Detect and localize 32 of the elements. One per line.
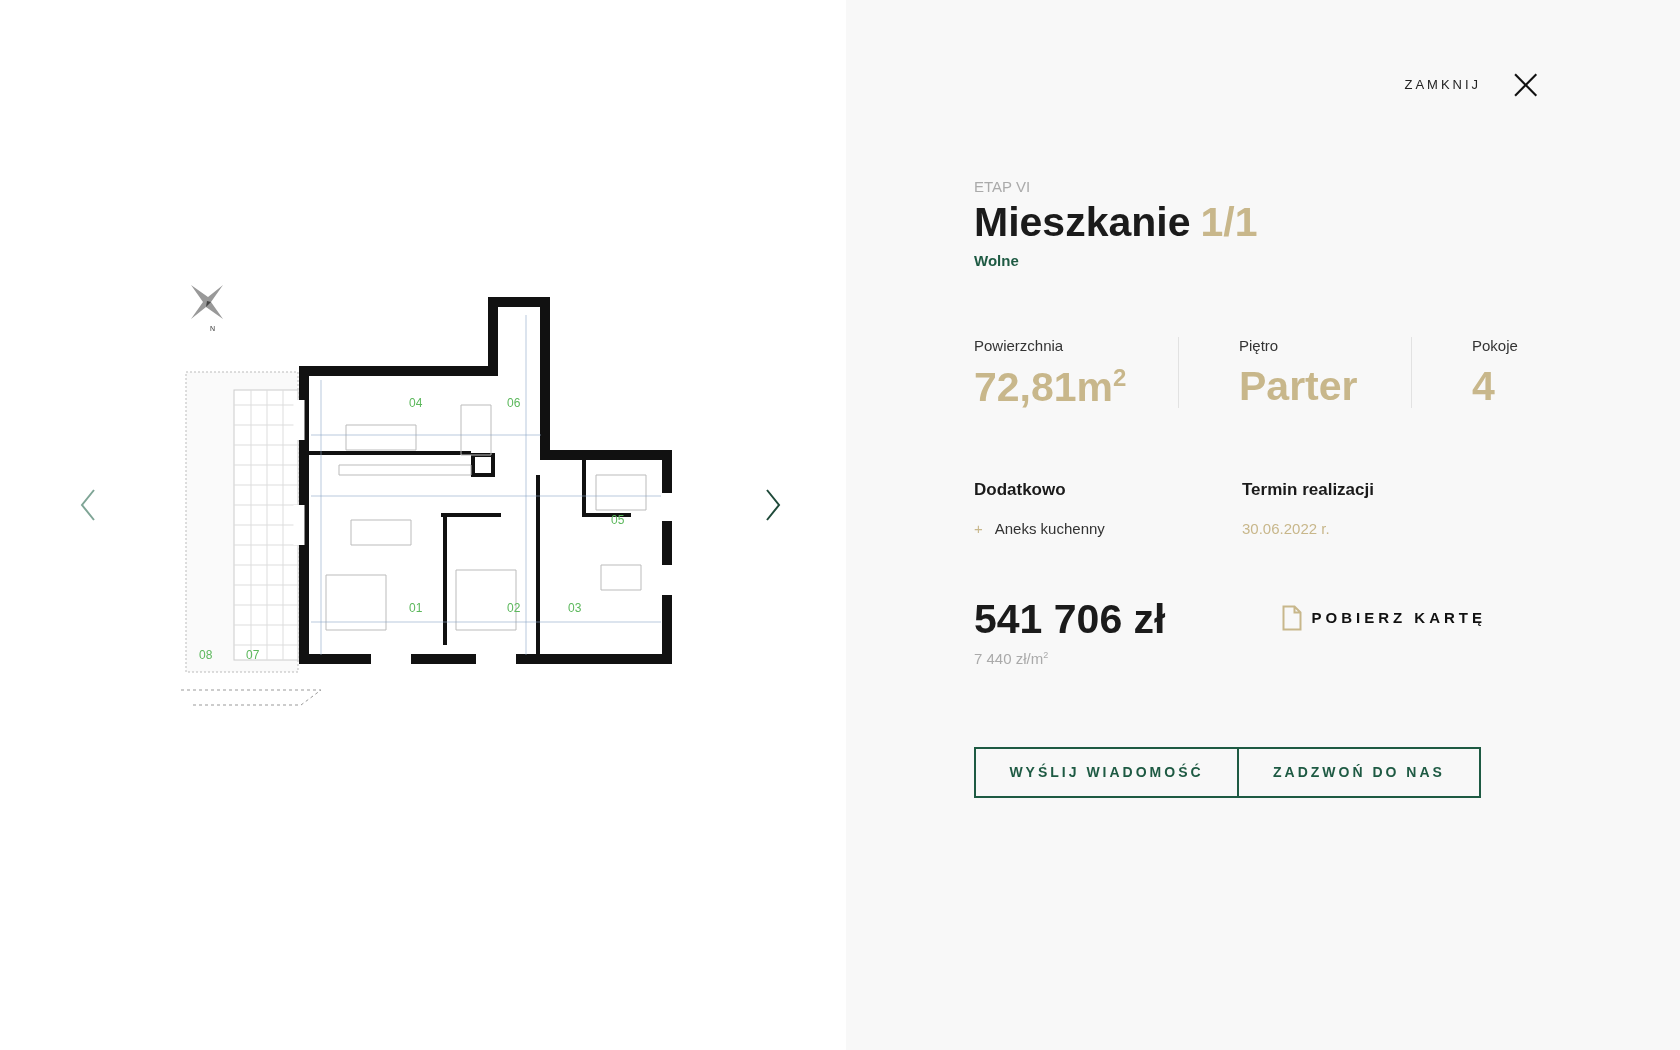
- stat-label: Powierzchnia: [974, 337, 1065, 354]
- room-number: 06: [506, 396, 520, 410]
- compass-icon: [190, 285, 223, 319]
- stat-label: Piętro: [1239, 337, 1280, 354]
- room-number: 07: [245, 648, 259, 662]
- stat-value: 72,81m$^{2}$: [974, 366, 1128, 408]
- room-number: 08: [198, 648, 212, 662]
- stat-label: Pokoje: [1472, 337, 1518, 354]
- completion-date: 30.06.2022 r.: [1242, 519, 1331, 537]
- room-number: 02: [506, 601, 520, 615]
- price: 541 706 zł: [974, 598, 1166, 640]
- room-number: 05: [610, 513, 624, 527]
- call-us-button[interactable]: ZADZWOŃ DO NAS: [1239, 746, 1481, 798]
- close-button[interactable]: ×: [1507, 62, 1544, 106]
- price-per-square-meter: 7 440 zł/m$^{2}$: [974, 649, 1050, 667]
- room-number: 03: [567, 601, 581, 615]
- stat-value: 4: [1472, 366, 1496, 407]
- send-message-button[interactable]: WYŚLIJ WIADOMOŚĆ: [974, 746, 1239, 798]
- document-icon: [1281, 604, 1302, 631]
- room-number: 01: [408, 601, 422, 615]
- apartment-number: 1/1: [1200, 199, 1258, 246]
- room-number: 04: [408, 396, 422, 410]
- close-link[interactable]: ZAMKNIJ: [1404, 76, 1482, 92]
- completion-heading: Termin realizacji: [1242, 479, 1374, 500]
- extras-heading: Dodatkowo: [974, 479, 1067, 500]
- availability-status: Wolne: [974, 252, 1020, 269]
- stat-value: Parter: [1239, 366, 1359, 407]
- apartment-title: Mieszkanie: [974, 199, 1191, 246]
- plus-icon: +: [974, 519, 983, 537]
- stage-label: ETAP VI: [974, 178, 1032, 195]
- extra-feature: Aneks kuchenny: [994, 519, 1105, 537]
- download-link[interactable]: POBIERZ KARTĘ: [1281, 604, 1486, 631]
